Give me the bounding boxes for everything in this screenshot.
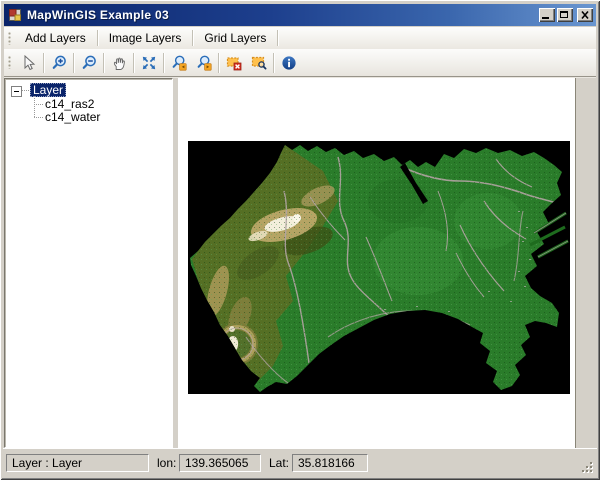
layer-tree-panel: Layer c14_ras2 c14_water (4, 78, 173, 448)
toolbar-separator (218, 53, 219, 73)
map-panel (178, 78, 576, 448)
tool-bar (4, 49, 596, 76)
menustrip-grip[interactable] (8, 32, 11, 45)
zoom-previous-button[interactable] (166, 51, 191, 75)
minimize-button[interactable] (539, 8, 555, 22)
tree-connector (34, 96, 35, 117)
zoom-in-icon (51, 55, 67, 71)
status-bar: Layer : Layer lon: 139.365065 Lat: 35.81… (3, 448, 597, 477)
menu-separator (192, 30, 193, 46)
select-box-button[interactable] (246, 51, 271, 75)
lon-label: lon: (157, 456, 176, 470)
pan-button[interactable] (106, 51, 131, 75)
lat-value-box[interactable]: 35.818166 (292, 454, 368, 472)
tree-root-layer[interactable]: Layer (30, 83, 66, 97)
toolbar-separator (103, 53, 104, 73)
zoom-extent-icon (141, 55, 157, 71)
app-window: MapWinGIS Example 03 Add Layers Image La… (0, 0, 600, 480)
tree-connector (34, 104, 43, 105)
toolbar-separator (133, 53, 134, 73)
resize-grip[interactable] (582, 462, 595, 475)
tree-collapse-toggle[interactable] (11, 86, 22, 97)
tree-connector (34, 117, 43, 118)
menu-image-layers[interactable]: Image Layers (100, 28, 191, 48)
title-bar[interactable]: MapWinGIS Example 03 (4, 4, 596, 26)
tree-item-c14-water[interactable]: c14_water (45, 110, 100, 124)
close-icon (577, 8, 593, 22)
maximize-icon (560, 11, 568, 18)
tree-connector (22, 90, 29, 91)
tree-item-c14-ras2[interactable]: c14_ras2 (45, 97, 94, 111)
lon-value-box[interactable]: 139.365065 (179, 454, 261, 472)
app-icon (7, 7, 23, 23)
close-button[interactable] (577, 8, 593, 22)
toolbar-separator (273, 53, 274, 73)
info-icon (281, 55, 297, 71)
zoom-extent-button[interactable] (136, 51, 161, 75)
clear-selection-icon (226, 55, 242, 71)
menu-bar: Add Layers Image Layers Grid Layers (4, 27, 596, 49)
select-box-icon (251, 55, 267, 71)
menu-separator (277, 30, 278, 46)
pan-hand-icon (111, 55, 127, 71)
toolbar-separator (163, 53, 164, 73)
zoom-next-icon (196, 55, 212, 71)
cursor-button[interactable] (16, 51, 41, 75)
menu-grid-layers[interactable]: Grid Layers (195, 28, 275, 48)
status-layer-panel: Layer : Layer (6, 454, 149, 472)
toolbar-separator (43, 53, 44, 73)
menu-add-layers[interactable]: Add Layers (16, 28, 95, 48)
terrain-map-image (188, 141, 570, 394)
maximize-button[interactable] (557, 8, 573, 22)
window-title: MapWinGIS Example 03 (27, 8, 537, 22)
clear-selection-button[interactable] (221, 51, 246, 75)
zoom-previous-icon (171, 55, 187, 71)
zoom-in-button[interactable] (46, 51, 71, 75)
minus-icon (14, 91, 19, 92)
zoom-next-button[interactable] (191, 51, 216, 75)
toolstrip-grip[interactable] (8, 56, 11, 69)
minimize-icon (542, 17, 549, 19)
toolbar-separator (73, 53, 74, 73)
zoom-out-icon (81, 55, 97, 71)
cursor-arrow-icon (21, 55, 37, 71)
info-button[interactable] (276, 51, 301, 75)
menu-separator (97, 30, 98, 46)
zoom-out-button[interactable] (76, 51, 101, 75)
lat-label: Lat: (269, 456, 289, 470)
map-view[interactable] (188, 141, 570, 394)
